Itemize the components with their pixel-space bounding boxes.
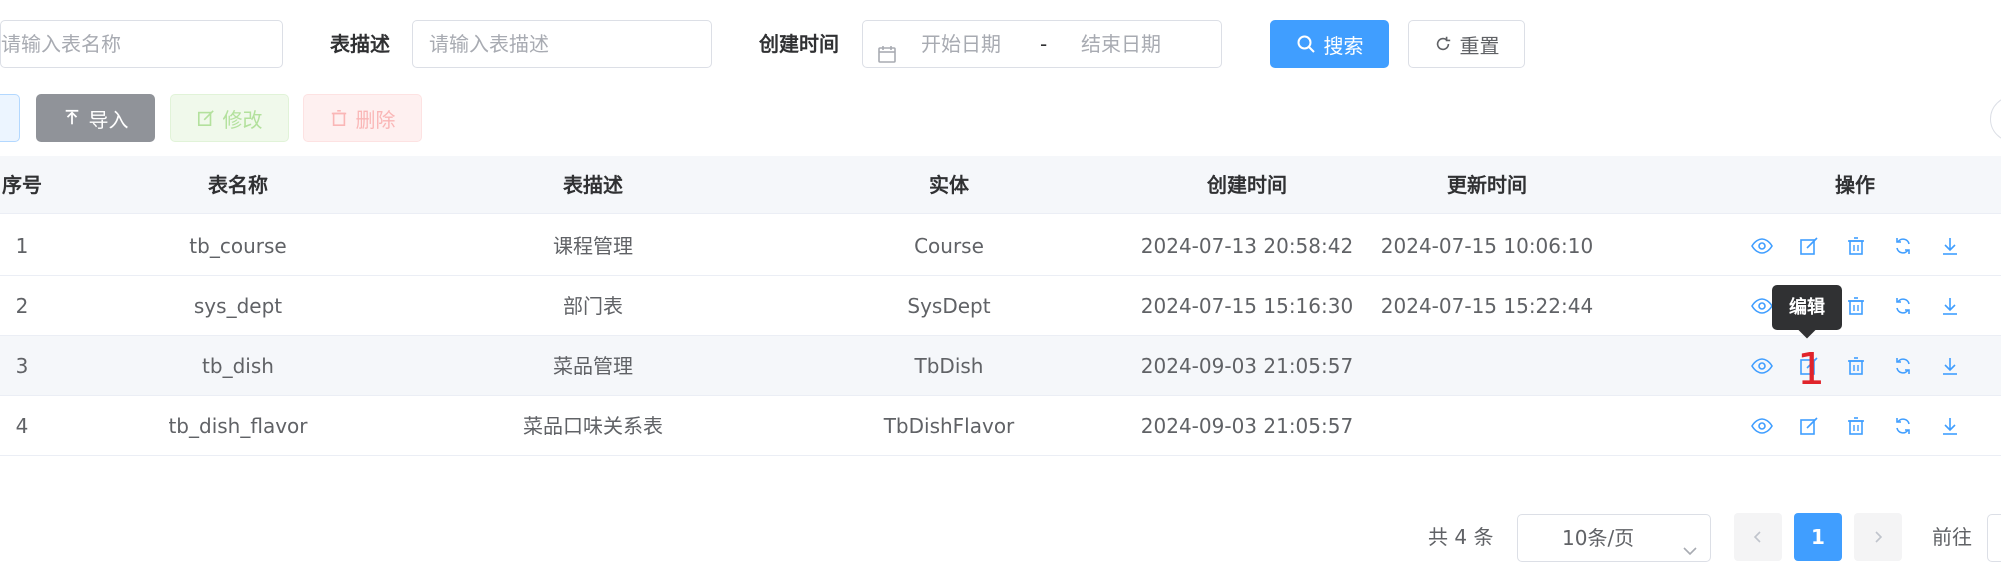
download-icon[interactable]: [1926, 216, 1973, 276]
edit-icon[interactable]: [1785, 216, 1832, 276]
annotation-marker: 1: [1797, 344, 1825, 395]
chevron-left-icon: [1751, 530, 1765, 544]
cell-table-desc: 课程管理: [553, 234, 633, 258]
reset-button[interactable]: 重置: [1408, 20, 1525, 68]
view-icon[interactable]: [1738, 216, 1785, 276]
upload-icon: [63, 109, 81, 127]
trash-icon[interactable]: [1832, 216, 1879, 276]
cell-update-time: 2024-07-15 15:22:44: [1380, 294, 1594, 318]
edit-icon: [197, 109, 215, 127]
date-separator: -: [1040, 32, 1048, 56]
cell-table-name: sys_dept: [193, 294, 283, 318]
cell-index: 1: [15, 234, 29, 258]
table-header: 序号 表名称 表描述 实体 创建时间 更新时间 操作: [0, 156, 2001, 214]
cell-update-time: [1337, 336, 1637, 396]
goto-page-input[interactable]: [1987, 514, 2001, 562]
pagination-total: 共 4 条: [1428, 525, 1494, 549]
header-table-desc: 表描述: [563, 173, 623, 197]
create-time-label: 创建时间: [759, 32, 839, 56]
table-name-input[interactable]: 请输入表名称: [0, 20, 283, 68]
page-number-current[interactable]: 1: [1794, 513, 1842, 561]
date-range-picker[interactable]: 开始日期 - 结束日期: [862, 20, 1222, 68]
download-icon[interactable]: [1926, 396, 1973, 456]
cell-index: 2: [15, 294, 29, 318]
header-update-time: 更新时间: [1447, 173, 1527, 197]
cell-table-name: tb_dish: [202, 354, 274, 378]
cell-entity: Course: [914, 234, 984, 258]
cell-entity: TbDishFlavor: [883, 414, 1015, 438]
start-date-input[interactable]: 开始日期: [921, 21, 1001, 67]
page-size-value: 10条/页: [1562, 526, 1635, 550]
edit-button[interactable]: 修改: [170, 94, 289, 142]
import-button-label: 导入: [88, 107, 129, 132]
cell-entity: TbDish: [914, 354, 984, 378]
row-actions: [1738, 396, 1973, 456]
search-button-label: 搜索: [1323, 33, 1364, 58]
trash-icon[interactable]: [1832, 336, 1879, 396]
delete-button[interactable]: 删除: [303, 94, 422, 142]
trash-icon: [330, 109, 348, 127]
cell-update-time: 2024-07-15 10:06:10: [1380, 234, 1594, 258]
calendar-icon: [877, 34, 897, 63]
table-row: 4 tb_dish_flavor 菜品口味关系表 TbDishFlavor 2024-0…: [0, 396, 2001, 456]
refresh-icon[interactable]: [1879, 276, 1926, 336]
end-date-input[interactable]: 结束日期: [1081, 21, 1161, 67]
row-actions: [1738, 336, 1973, 396]
prev-page-button[interactable]: [1734, 513, 1782, 561]
search-icon: [1296, 34, 1316, 54]
cell-index: 4: [15, 414, 29, 438]
import-button[interactable]: 导入: [36, 94, 155, 142]
table-row: 2 sys_dept 部门表 SysDept 2024-07-15 15:16:30 20…: [0, 276, 2001, 336]
edit-icon[interactable]: [1785, 396, 1832, 456]
cell-table-desc: 菜品管理: [553, 354, 633, 378]
view-icon[interactable]: [1738, 336, 1785, 396]
download-icon[interactable]: [1926, 336, 1973, 396]
cell-index: 3: [15, 354, 29, 378]
cell-table-desc: 部门表: [563, 294, 623, 318]
header-index: 序号: [2, 173, 42, 197]
table-desc-input[interactable]: 请输入表描述: [412, 20, 712, 68]
table-desc-label: 表描述: [330, 32, 390, 56]
add-button-partial[interactable]: [0, 94, 20, 142]
refresh-icon[interactable]: [1879, 336, 1926, 396]
cell-entity: SysDept: [907, 294, 991, 318]
cell-table-desc: 菜品口味关系表: [523, 414, 663, 438]
edit-tooltip: 编辑: [1772, 285, 1842, 330]
row-actions: [1738, 216, 1973, 276]
refresh-icon[interactable]: [1879, 216, 1926, 276]
chevron-down-icon: [1682, 529, 1698, 575]
trash-icon[interactable]: [1832, 396, 1879, 456]
header-entity: 实体: [929, 173, 969, 197]
view-icon[interactable]: [1738, 396, 1785, 456]
chevron-right-icon: [1871, 530, 1885, 544]
refresh-icon[interactable]: [1879, 396, 1926, 456]
page-size-select[interactable]: 10条/页: [1517, 514, 1711, 562]
download-icon[interactable]: [1926, 276, 1973, 336]
right-tool-button-partial[interactable]: [1990, 96, 2001, 142]
search-button[interactable]: 搜索: [1270, 20, 1389, 68]
cell-table-name: tb_dish_flavor: [168, 414, 308, 438]
reset-button-label: 重置: [1459, 33, 1500, 58]
table-row: 3 tb_dish 菜品管理 TbDish 2024-09-03 21:05:57: [0, 336, 2001, 396]
refresh-icon: [1434, 35, 1452, 53]
edit-button-label: 修改: [222, 107, 263, 132]
delete-button-label: 删除: [355, 107, 396, 132]
next-page-button[interactable]: [1854, 513, 1902, 561]
goto-label: 前往: [1932, 525, 1972, 549]
cell-update-time: [1337, 396, 1637, 456]
header-table-name: 表名称: [208, 173, 268, 197]
cell-table-name: tb_course: [189, 234, 287, 258]
table-row: 1 tb_course 课程管理 Course 2024-07-13 20:58:42 2…: [0, 216, 2001, 276]
header-operations: 操作: [1835, 173, 1875, 197]
